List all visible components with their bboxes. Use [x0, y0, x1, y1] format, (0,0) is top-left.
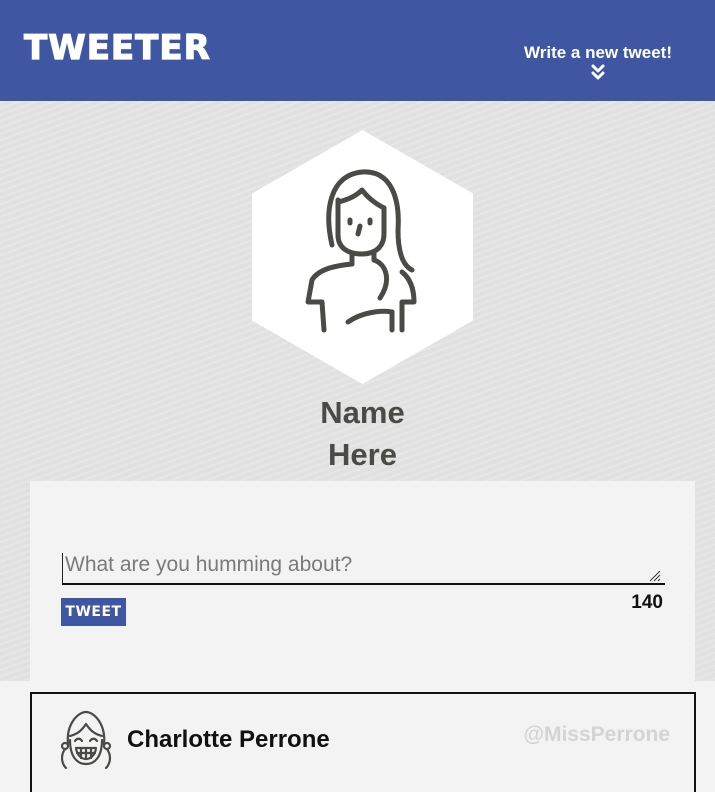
profile-avatar — [252, 130, 473, 384]
tweet-card: Charlotte Perrone @MissPerrone — [30, 692, 696, 792]
write-new-tweet-label: Write a new tweet! — [524, 43, 672, 62]
compose-panel: TWEET 140 — [30, 481, 695, 681]
profile-name-line1: Name — [320, 395, 405, 430]
tweet-button[interactable]: TWEET — [61, 598, 126, 626]
double-chevron-down-icon — [591, 64, 605, 80]
resize-handle-icon[interactable] — [649, 570, 661, 582]
tweet-input[interactable] — [62, 553, 665, 585]
tweet-author-name[interactable]: Charlotte Perrone — [127, 726, 330, 754]
character-counter: 140 — [631, 592, 663, 613]
smiling-girl-avatar-icon — [60, 710, 112, 770]
top-header: TWEETER Write a new tweet! — [0, 0, 715, 101]
tweet-author-handle[interactable]: @MissPerrone — [523, 723, 670, 747]
profile-name-line2: Here — [328, 437, 397, 472]
profile-name: Name Here — [257, 392, 468, 476]
write-new-tweet-link[interactable]: Write a new tweet! — [524, 42, 672, 80]
app-logo[interactable]: TWEETER — [23, 27, 211, 68]
